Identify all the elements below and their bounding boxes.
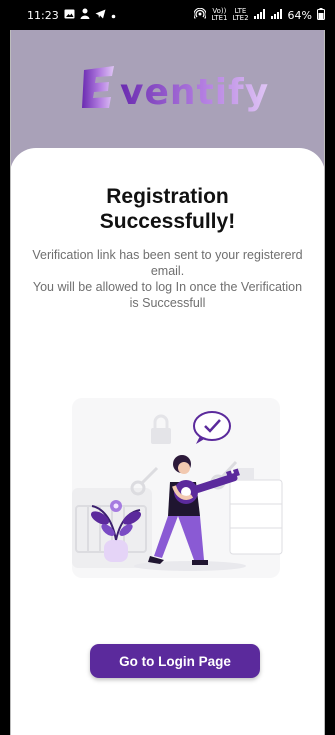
verification-message: Verification link has been sent to your …: [10, 247, 325, 311]
signal-2-icon: [270, 8, 283, 22]
lte2-bottom: LTE2: [232, 14, 249, 22]
frame-edge-right: [324, 30, 325, 735]
battery-percent: 64%: [287, 8, 312, 22]
content-card: Registration Successfully! Verification …: [10, 148, 325, 735]
page-title: Registration Successfully!: [99, 185, 236, 233]
message-line-2: You will be allowed to log In once the V…: [32, 280, 303, 310]
status-left: 11:23: [27, 8, 116, 22]
volte-indicator: Vo)) LTE1: [211, 8, 227, 22]
status-bar: 11:23 Vo)) LTE1 LTE LTE2 64%: [0, 0, 335, 30]
telegram-icon: [95, 9, 106, 22]
security-key-illustration: [72, 398, 283, 578]
battery-icon: [317, 7, 325, 23]
status-right: Vo)) LTE1 LTE LTE2 64%: [193, 7, 325, 23]
status-time: 11:23: [27, 8, 59, 22]
notification-person-icon: [80, 8, 90, 22]
frame-edge-left: [10, 30, 11, 735]
go-to-login-button[interactable]: Go to Login Page: [90, 644, 260, 678]
eventify-logo: ventify: [82, 66, 269, 113]
gallery-icon: [64, 9, 75, 22]
message-line-1: Verification link has been sent to your …: [32, 248, 303, 278]
app-screen: ventify Registration Successfully! Verif…: [10, 30, 325, 735]
volte-bottom: LTE1: [211, 14, 228, 22]
header: ventify: [10, 30, 325, 155]
logo-wordmark: ventify: [120, 72, 269, 113]
lte2-indicator: LTE LTE2: [232, 8, 248, 22]
hotspot-icon: [193, 7, 208, 23]
dot-icon: [111, 9, 116, 22]
signal-icon: [253, 8, 266, 22]
